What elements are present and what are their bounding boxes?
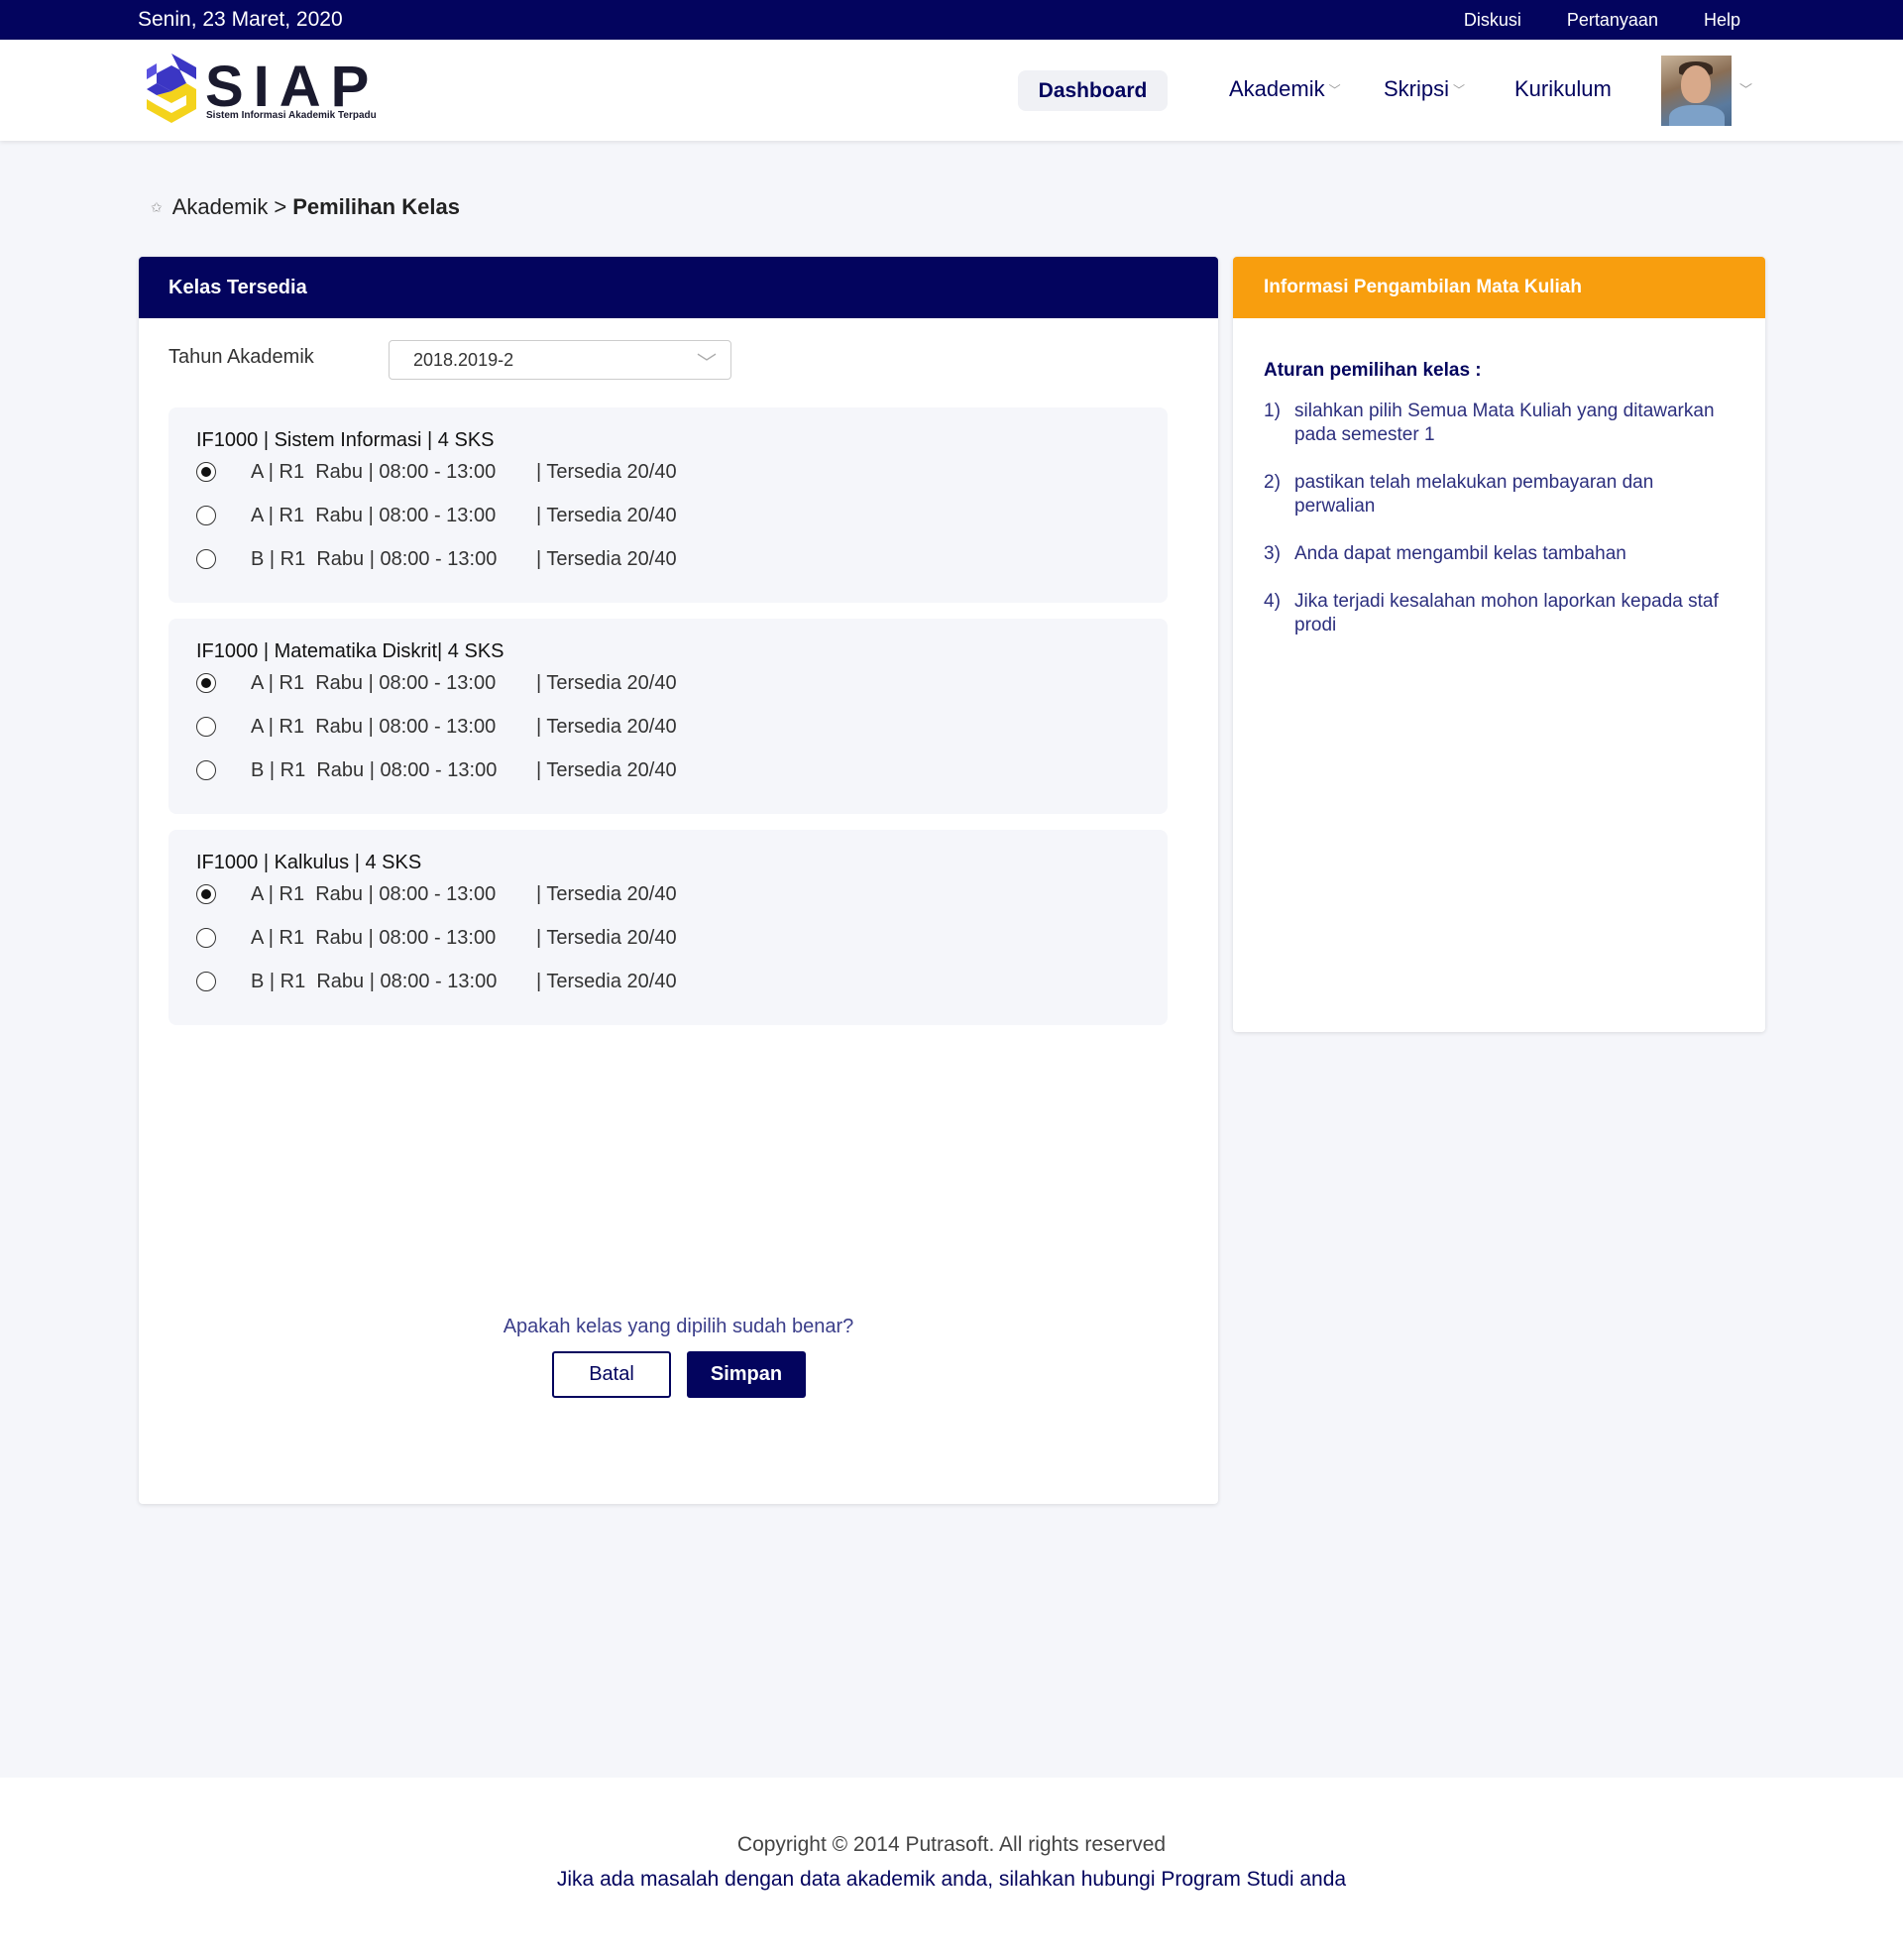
rule-text: silahkan pilih Semua Mata Kuliah yang di… bbox=[1294, 401, 1715, 445]
chevron-down-icon: ﹀ bbox=[1453, 82, 1466, 97]
chevron-down-icon: ﹀ bbox=[697, 353, 717, 375]
class-schedule: A | R1 Rabu | 08:00 - 13:00 bbox=[251, 715, 497, 738]
class-availability: | Tersedia 20/40 bbox=[536, 882, 677, 905]
class-option[interactable]: A | R1 Rabu | 08:00 - 13:00 | Tersedia 2… bbox=[196, 879, 677, 909]
class-availability: | Tersedia 20/40 bbox=[536, 926, 677, 949]
chevron-down-icon[interactable]: ﹀ bbox=[1739, 79, 1752, 98]
rule-text: Anda dapat mengambil kelas tambahan bbox=[1294, 543, 1626, 564]
main-navbar: SIAP Sistem Informasi Akademik Terpadu D… bbox=[0, 40, 1903, 141]
radio-button[interactable] bbox=[196, 717, 216, 737]
cancel-button[interactable]: Batal bbox=[552, 1351, 671, 1398]
user-avatar[interactable] bbox=[1661, 56, 1732, 126]
nav-kurikulum-label: Kurikulum bbox=[1514, 76, 1612, 101]
rule-number: 4) bbox=[1264, 591, 1281, 612]
academic-year-select[interactable]: 2018.2019-2 ﹀ bbox=[389, 340, 731, 380]
class-option[interactable]: B | R1 Rabu | 08:00 - 13:00 | Tersedia 2… bbox=[196, 755, 677, 785]
logo-hexagon-icon bbox=[147, 54, 196, 123]
class-option[interactable]: B | R1 Rabu | 08:00 - 13:00 | Tersedia 2… bbox=[196, 967, 677, 996]
class-schedule: A | R1 Rabu | 08:00 - 13:00 bbox=[251, 671, 497, 694]
class-availability: | Tersedia 20/40 bbox=[536, 504, 677, 526]
class-option[interactable]: A | R1 Rabu | 08:00 - 13:00 | Tersedia 2… bbox=[196, 668, 677, 698]
class-option[interactable]: A | R1 Rabu | 08:00 - 13:00 | Tersedia 2… bbox=[196, 457, 677, 487]
radio-button[interactable] bbox=[196, 928, 216, 948]
breadcrumb-current: Pemilihan Kelas bbox=[292, 194, 460, 219]
link-help[interactable]: Help bbox=[1704, 10, 1740, 31]
radio-button[interactable] bbox=[196, 673, 216, 693]
save-button[interactable]: Simpan bbox=[687, 1351, 806, 1398]
class-option[interactable]: B | R1 Rabu | 08:00 - 13:00 | Tersedia 2… bbox=[196, 544, 677, 574]
confirm-question: Apakah kelas yang dipilih sudah benar? bbox=[503, 1316, 854, 1337]
class-availability: | Tersedia 20/40 bbox=[536, 460, 677, 483]
class-option[interactable]: A | R1 Rabu | 08:00 - 13:00 | Tersedia 2… bbox=[196, 501, 677, 530]
radio-button[interactable] bbox=[196, 462, 216, 482]
rule-number: 1) bbox=[1264, 401, 1281, 421]
nav-akademik-label: Akademik bbox=[1229, 76, 1325, 101]
copyright-text: Copyright © 2014 Putrasoft. All rights r… bbox=[736, 1833, 1167, 1856]
academic-year-value: 2018.2019-2 bbox=[413, 350, 514, 370]
class-availability: | Tersedia 20/40 bbox=[536, 970, 677, 992]
radio-button[interactable] bbox=[196, 884, 216, 904]
academic-year-label: Tahun Akademik bbox=[168, 346, 314, 368]
nav-dashboard[interactable]: Dashboard bbox=[1018, 70, 1168, 111]
radio-button[interactable] bbox=[196, 549, 216, 569]
nav-akademik[interactable]: Akademik ﹀ bbox=[1229, 76, 1341, 102]
class-option[interactable]: A | R1 Rabu | 08:00 - 13:00 | Tersedia 2… bbox=[196, 712, 677, 742]
class-schedule: B | R1 Rabu | 08:00 - 13:00 bbox=[251, 970, 498, 992]
current-date: Senin, 23 Maret, 2020 bbox=[138, 8, 343, 31]
card-title: Kelas Tersedia bbox=[139, 257, 1218, 318]
footer-help-text: Jika ada masalah dengan data akademik an… bbox=[556, 1868, 1347, 1891]
radio-button[interactable] bbox=[196, 760, 216, 780]
class-schedule: A | R1 Rabu | 08:00 - 13:00 bbox=[251, 882, 497, 905]
breadcrumb-separator: > bbox=[274, 194, 287, 219]
course-title: IF1000 | Kalkulus | 4 SKS bbox=[196, 852, 422, 873]
rule-text: Jika terjadi kesalahan mohon laporkan ke… bbox=[1294, 591, 1719, 635]
course-block: IF1000 | Matematika Diskrit| 4 SKS A | R… bbox=[168, 619, 1168, 814]
radio-button[interactable] bbox=[196, 506, 216, 525]
class-schedule: A | R1 Rabu | 08:00 - 13:00 bbox=[251, 504, 497, 526]
class-availability: | Tersedia 20/40 bbox=[536, 547, 677, 570]
rule-item: 1) silahkan pilih Semua Mata Kuliah yang… bbox=[1264, 400, 1730, 447]
rule-text: pastikan telah melakukan pembayaran dan … bbox=[1294, 472, 1654, 517]
siap-logo[interactable]: SIAP Sistem Informasi Akademik Terpadu bbox=[143, 50, 381, 129]
rule-number: 2) bbox=[1264, 472, 1281, 493]
info-card-title: Informasi Pengambilan Mata Kuliah bbox=[1233, 257, 1765, 318]
class-schedule: B | R1 Rabu | 08:00 - 13:00 bbox=[251, 547, 498, 570]
class-availability: | Tersedia 20/40 bbox=[536, 671, 677, 694]
link-pertanyaan[interactable]: Pertanyaan bbox=[1567, 10, 1658, 31]
class-availability: | Tersedia 20/40 bbox=[536, 758, 677, 781]
rule-item: 4) Jika terjadi kesalahan mohon laporkan… bbox=[1264, 590, 1730, 637]
breadcrumb: ✩ Akademik > Pemilihan Kelas bbox=[151, 194, 460, 220]
course-block: IF1000 | Kalkulus | 4 SKS A | R1 Rabu | … bbox=[168, 830, 1168, 1025]
class-schedule: A | R1 Rabu | 08:00 - 13:00 bbox=[251, 460, 497, 483]
class-schedule: B | R1 Rabu | 08:00 - 13:00 bbox=[251, 758, 498, 781]
rule-item: 3) Anda dapat mengambil kelas tambahan bbox=[1264, 542, 1730, 566]
class-availability: | Tersedia 20/40 bbox=[536, 715, 677, 738]
available-classes-card: Kelas Tersedia Tahun Akademik 2018.2019-… bbox=[139, 257, 1218, 1504]
course-block: IF1000 | Sistem Informasi | 4 SKS A | R1… bbox=[168, 407, 1168, 603]
rules-title: Aturan pemilihan kelas : bbox=[1264, 360, 1482, 381]
course-title: IF1000 | Sistem Informasi | 4 SKS bbox=[196, 429, 495, 451]
logo-tagline: Sistem Informasi Akademik Terpadu bbox=[206, 110, 377, 121]
link-diskusi[interactable]: Diskusi bbox=[1464, 10, 1521, 31]
breadcrumb-parent[interactable]: Akademik bbox=[172, 194, 269, 220]
nav-skripsi-label: Skripsi bbox=[1384, 76, 1450, 101]
radio-button[interactable] bbox=[196, 972, 216, 991]
course-info-card: Informasi Pengambilan Mata Kuliah Aturan… bbox=[1233, 257, 1765, 1032]
footer: Copyright © 2014 Putrasoft. All rights r… bbox=[0, 1778, 1903, 1960]
top-links: Diskusi Pertanyaan Help bbox=[1464, 10, 1740, 31]
top-bar: Senin, 23 Maret, 2020 Diskusi Pertanyaan… bbox=[0, 0, 1903, 40]
nav-skripsi[interactable]: Skripsi ﹀ bbox=[1384, 76, 1465, 102]
nav-kurikulum[interactable]: Kurikulum bbox=[1514, 76, 1612, 102]
rule-number: 3) bbox=[1264, 543, 1281, 564]
rule-item: 2) pastikan telah melakukan pembayaran d… bbox=[1264, 471, 1730, 519]
home-icon[interactable]: ✩ bbox=[151, 199, 163, 216]
course-title: IF1000 | Matematika Diskrit| 4 SKS bbox=[196, 640, 504, 662]
class-schedule: A | R1 Rabu | 08:00 - 13:00 bbox=[251, 926, 497, 949]
chevron-down-icon: ﹀ bbox=[1328, 82, 1341, 97]
class-option[interactable]: A | R1 Rabu | 08:00 - 13:00 | Tersedia 2… bbox=[196, 923, 677, 953]
